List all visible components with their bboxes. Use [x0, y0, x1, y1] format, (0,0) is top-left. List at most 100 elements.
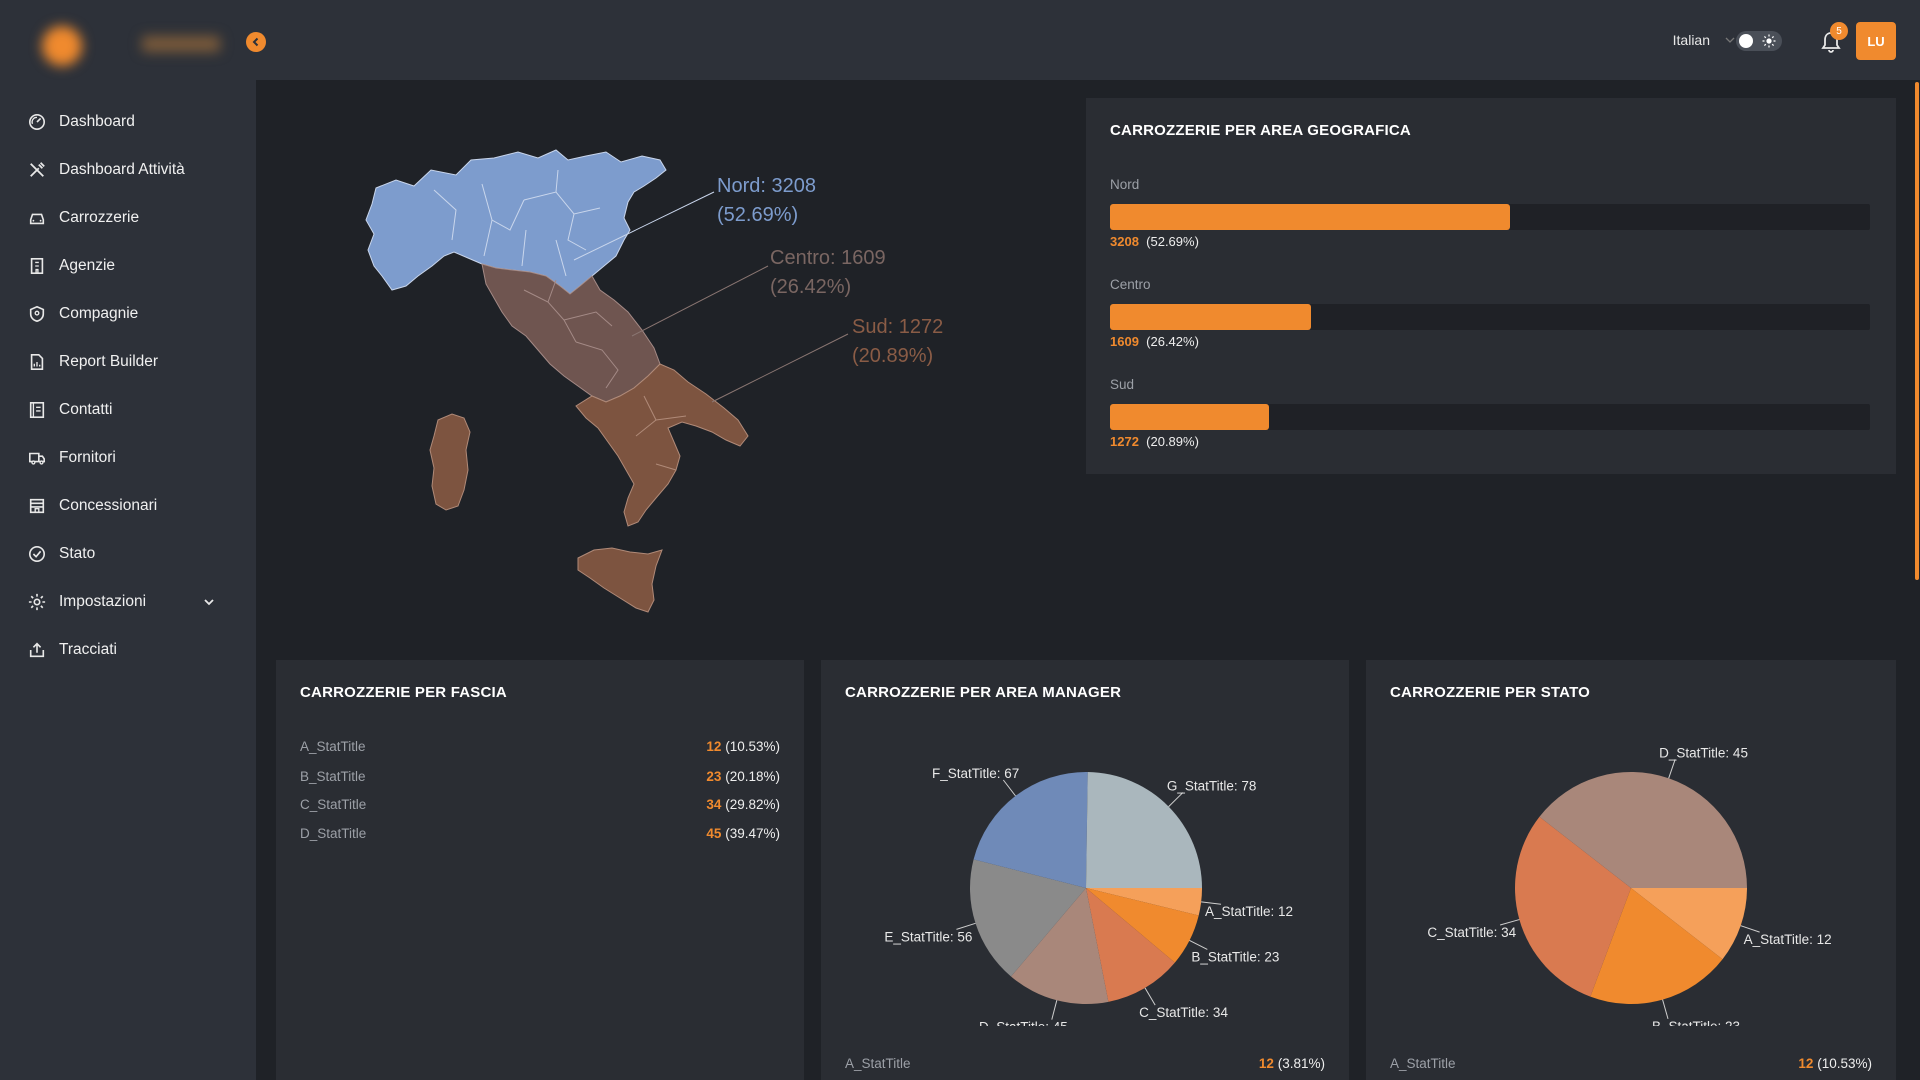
map-label-centro-value: Centro: 1609 [770, 247, 886, 269]
pie-label-line [1002, 779, 1016, 797]
pie-label-line [1662, 999, 1669, 1020]
sidebar-item-tracciati[interactable]: Tracciati [0, 626, 256, 674]
pie-slice-label: D_StatTitle: 45 [979, 1020, 1068, 1026]
sidebar-item-label: Concessionari [59, 497, 158, 514]
pie-chart-stato: A_StatTitle: 12 B_StatTitle: 23 C_StatTitl… [1427, 745, 1831, 1026]
sidebar-item-label: Agenzie [59, 257, 116, 274]
language-label: Italian [1672, 32, 1710, 48]
italy-map-svg [365, 149, 849, 613]
sidebar-item-fornitori[interactable]: Fornitori [0, 434, 256, 482]
sidebar-item-label: Fornitori [59, 449, 116, 466]
geo-count: 3208 [1110, 234, 1139, 249]
sidebar-item-contatti[interactable]: Contatti [0, 386, 256, 434]
map-region-sardinia[interactable] [429, 413, 471, 511]
sidebar-item-dashboard[interactable]: Dashboard [0, 98, 256, 146]
sidebar-item-label: Carrozzerie [59, 209, 140, 226]
manager-pct: (3.81%) [1277, 1056, 1325, 1071]
card-stato: CARROZZERIE PER STATO A_StatTitle: 12 B_S… [1366, 660, 1896, 1080]
list-item: B_StatTitle 23 (20.18%) [300, 769, 780, 789]
scrollbar[interactable] [1914, 80, 1920, 1080]
sidebar-item-carrozzerie[interactable]: Carrozzerie [0, 194, 256, 242]
pie-slice-label: E_StatTitle: 56 [884, 929, 972, 944]
chevron-down-icon [1725, 37, 1735, 43]
chevron-down-icon[interactable] [202, 595, 216, 609]
map-region-sicily[interactable] [577, 547, 663, 613]
sidebar-item-concessionari[interactable]: Concessionari [0, 482, 256, 530]
sidebar-item-label: Report Builder [59, 353, 159, 370]
map-label-nord: Nord: 3208 (52.69%) [717, 172, 816, 230]
sidebar-item-label: Dashboard [59, 113, 135, 130]
scrollbar-thumb[interactable] [1915, 82, 1919, 580]
chevron-left-icon [252, 37, 259, 47]
map-label-sud: Sud: 1272 (20.89%) [852, 313, 943, 371]
pie-slice-label: C_StatTitle: 34 [1139, 1005, 1228, 1020]
sidebar-item-dashboard-attivita[interactable]: Dashboard Attività [0, 146, 256, 194]
list-item: A_StatTitle 12 (10.53%) [300, 739, 780, 759]
fascia-value: 34 (29.82%) [706, 797, 780, 812]
fascia-label: D_StatTitle [300, 826, 367, 841]
list-item: D_StatTitle 45 (39.47%) [300, 826, 780, 846]
geo-bar-track [1110, 404, 1870, 430]
pie-slice-label: D_StatTitle: 45 [1659, 745, 1748, 760]
shield-icon [29, 305, 45, 323]
sidebar-item-compagnie[interactable]: Compagnie [0, 290, 256, 338]
geo-label-nord: Nord [1110, 177, 1140, 192]
pie-label-line [1189, 939, 1208, 950]
italy-map: Nord: 3208 (52.69%) Centro: 1609 (26.42%… [256, 80, 1076, 640]
pie-label-line [1668, 759, 1676, 779]
pie-chart-area-manager: A_StatTitle: 12 B_StatTitle: 23 C_StatTitl… [884, 766, 1293, 1026]
sidebar-item-label: Stato [59, 545, 96, 562]
geo-bar-sud [1110, 404, 1269, 430]
sidebar-item-report-builder[interactable]: Report Builder [0, 338, 256, 386]
sidebar-item-agenzie[interactable]: Agenzie [0, 242, 256, 290]
topbar: Italian 5 LU [256, 0, 1920, 80]
geo-count: 1609 [1110, 334, 1139, 349]
theme-toggle[interactable] [1736, 31, 1782, 51]
geo-pct: (20.89%) [1146, 434, 1199, 449]
truck-icon [28, 452, 46, 465]
map-label-nord-value: Nord: 3208 [717, 175, 816, 197]
gear-icon [28, 593, 46, 611]
fascia-label: C_StatTitle [300, 797, 367, 812]
fascia-count: 45 [706, 826, 722, 841]
pie-slice-label: A_StatTitle: 12 [1205, 904, 1293, 919]
fascia-label: A_StatTitle [300, 739, 366, 754]
card-area-manager: CARROZZERIE PER AREA MANAGER A_StatTitle… [821, 660, 1349, 1080]
sidebar-item-label: Tracciati [59, 641, 117, 658]
fascia-value: 12 (10.53%) [706, 739, 780, 754]
pie-slice-label: B_StatTitle: 23 [1652, 1019, 1740, 1026]
geo-bar-centro [1110, 304, 1311, 330]
pie-slice-label: G_StatTitle: 78 [1167, 779, 1257, 794]
geo-pct: (52.69%) [1146, 234, 1199, 249]
sun-icon [1762, 34, 1776, 48]
pie-slice-label: F_StatTitle: 67 [932, 766, 1019, 781]
user-avatar[interactable]: LU [1856, 22, 1896, 60]
fascia-label: B_StatTitle [300, 769, 366, 784]
pie-slice-label: B_StatTitle: 23 [1191, 949, 1279, 964]
geo-count: 1272 [1110, 434, 1139, 449]
stato-pct: (10.53%) [1817, 1056, 1872, 1071]
sidebar-item-label: Compagnie [59, 305, 139, 322]
map-label-nord-pct: (52.69%) [717, 204, 799, 226]
pie-slice-label: C_StatTitle: 34 [1427, 925, 1516, 940]
sidebar-item-impostazioni[interactable]: Impostazioni [0, 578, 256, 626]
card-area-geografica: CARROZZERIE PER AREA GEOGRAFICA Nord 320… [1086, 98, 1896, 474]
sidebar-item-label: Dashboard Attività [59, 161, 185, 178]
pie-label-line [1051, 1000, 1058, 1020]
sidebar-collapse-button[interactable] [246, 32, 266, 52]
sidebar-item-label: Impostazioni [59, 593, 147, 610]
stato-label: A_StatTitle [1390, 1056, 1456, 1071]
stato-value: 12 (10.53%) [1798, 1056, 1872, 1071]
card-title: CARROZZERIE PER FASCIA [300, 684, 507, 701]
manager-value: 12 (3.81%) [1259, 1056, 1325, 1071]
fascia-pct: (39.47%) [725, 826, 780, 841]
building-icon [30, 257, 44, 275]
pie-label-line [1144, 987, 1156, 1006]
stato-count: 12 [1798, 1056, 1814, 1071]
geo-value-centro: 1609 (26.42%) [1110, 334, 1199, 349]
language-selector[interactable]: Italian [1673, 32, 1736, 48]
geo-value-sud: 1272 (20.89%) [1110, 434, 1199, 449]
sidebar-item-stato[interactable]: Stato [0, 530, 256, 578]
geo-bar-track [1110, 204, 1870, 230]
tools-icon [30, 162, 45, 177]
